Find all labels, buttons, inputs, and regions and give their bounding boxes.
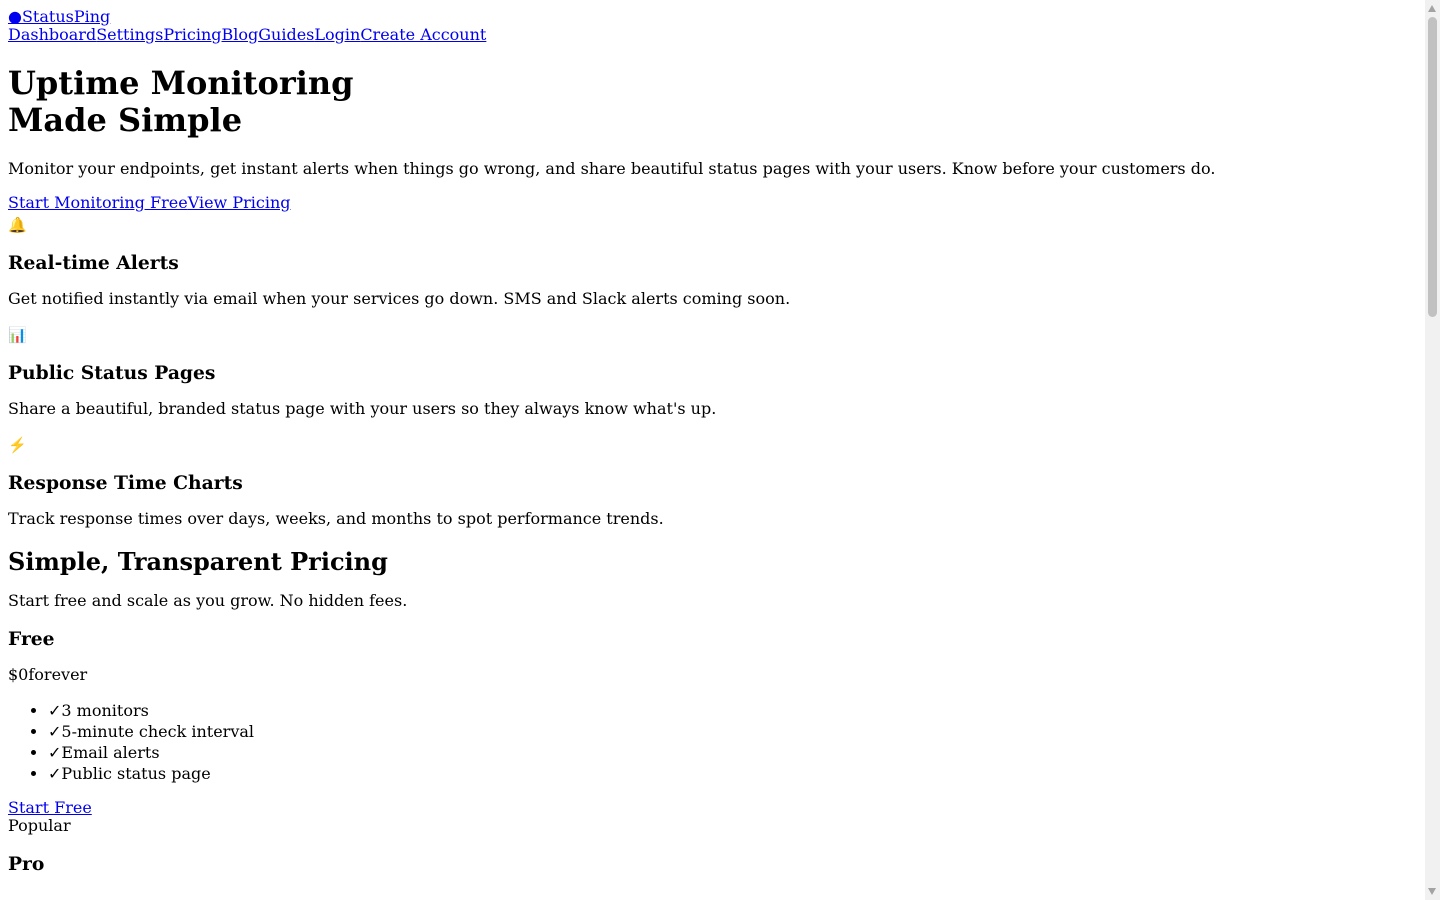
plan-price: $0forever (8, 666, 1418, 684)
check-icon: ✓ (48, 743, 62, 762)
plan-price-amount: $0 (8, 665, 29, 684)
start-monitoring-button[interactable]: Start Monitoring Free (8, 193, 188, 212)
top-nav: ●StatusPing DashboardSettingsPricingBlog… (8, 8, 1418, 44)
nav-link-guides[interactable]: Guides (258, 25, 314, 44)
check-icon: ✓ (48, 701, 62, 720)
plan-feature-text: Email alerts (61, 743, 160, 762)
start-free-button[interactable]: Start Free (8, 799, 1418, 817)
hero-title: Uptime Monitoring Made Simple (8, 65, 1418, 139)
vertical-scrollbar[interactable] (1425, 0, 1440, 900)
bell-icon: 🔔 (8, 216, 27, 234)
nav-link-create-account[interactable]: Create Account (360, 25, 486, 44)
lightning-icon: ⚡ (8, 436, 27, 454)
nav-link-blog[interactable]: Blog (222, 25, 259, 44)
feature-title: Real-time Alerts (8, 252, 179, 274)
nav-link-pricing[interactable]: Pricing (163, 25, 221, 44)
feature-title: Public Status Pages (8, 362, 216, 384)
logo-link[interactable]: ●StatusPing (8, 8, 1418, 26)
pricing-title: Simple, Transparent Pricing (8, 547, 388, 576)
hero-subtitle: Monitor your endpoints, get instant aler… (8, 159, 1216, 178)
feature-description: Get notified instantly via email when yo… (8, 289, 791, 308)
list-item: ✓Email alerts (48, 742, 1418, 763)
nav-link-dashboard[interactable]: Dashboard (8, 25, 96, 44)
nav-link-login[interactable]: Login (314, 25, 360, 44)
plan-name: Pro (8, 853, 45, 875)
hero-title-line1: Uptime Monitoring (8, 64, 354, 102)
hero-section: Uptime Monitoring Made Simple Monitor yo… (8, 65, 1418, 212)
plan-price-period: forever (28, 665, 88, 684)
plan-card-pro: Popular Pro (8, 816, 1418, 876)
logo-text: StatusPing (21, 7, 111, 26)
popular-badge: Popular (8, 816, 71, 835)
hero-title-line2: Made Simple (8, 101, 243, 139)
feature-card: 📊 Public Status Pages Share a beautiful,… (8, 326, 1418, 418)
check-icon: ✓ (48, 764, 62, 783)
feature-card: 🔔 Real-time Alerts Get notified instantl… (8, 216, 1418, 308)
check-icon: ✓ (48, 722, 62, 741)
feature-card: ⚡ Response Time Charts Track response ti… (8, 436, 1418, 528)
nav-links: DashboardSettingsPricingBlogGuidesLoginC… (8, 26, 1418, 44)
list-item: ✓5-minute check interval (48, 721, 1418, 742)
scroll-up-arrow-icon[interactable] (1428, 5, 1436, 12)
page: ●StatusPing DashboardSettingsPricingBlog… (8, 8, 1418, 876)
bar-chart-icon: 📊 (8, 326, 27, 344)
plan-feature-list: ✓3 monitors ✓5-minute check interval ✓Em… (8, 700, 1418, 784)
list-item: ✓3 monitors (48, 700, 1418, 721)
features-section: 🔔 Real-time Alerts Get notified instantl… (8, 216, 1418, 528)
list-item: ✓Public status page (48, 763, 1418, 784)
scroll-down-arrow-icon[interactable] (1428, 888, 1436, 895)
plan-feature-text: 3 monitors (61, 701, 149, 720)
plan-feature-text: Public status page (61, 764, 211, 783)
nav-link-settings[interactable]: Settings (96, 25, 163, 44)
pricing-section: Simple, Transparent Pricing Start free a… (8, 547, 1418, 876)
plan-card-free: Free $0forever ✓3 monitors ✓5-minute che… (8, 628, 1418, 817)
feature-description: Track response times over days, weeks, a… (8, 509, 664, 528)
plan-feature-text: 5-minute check interval (61, 722, 255, 741)
plan-name: Free (8, 628, 55, 650)
feature-description: Share a beautiful, branded status page w… (8, 399, 717, 418)
view-pricing-button[interactable]: View Pricing (188, 193, 291, 212)
pricing-subtitle: Start free and scale as you grow. No hid… (8, 591, 408, 610)
logo-dot-icon: ● (8, 7, 22, 26)
hero-cta-group: Start Monitoring FreeView Pricing (8, 194, 1418, 212)
feature-title: Response Time Charts (8, 472, 243, 494)
scrollbar-thumb[interactable] (1428, 17, 1437, 317)
